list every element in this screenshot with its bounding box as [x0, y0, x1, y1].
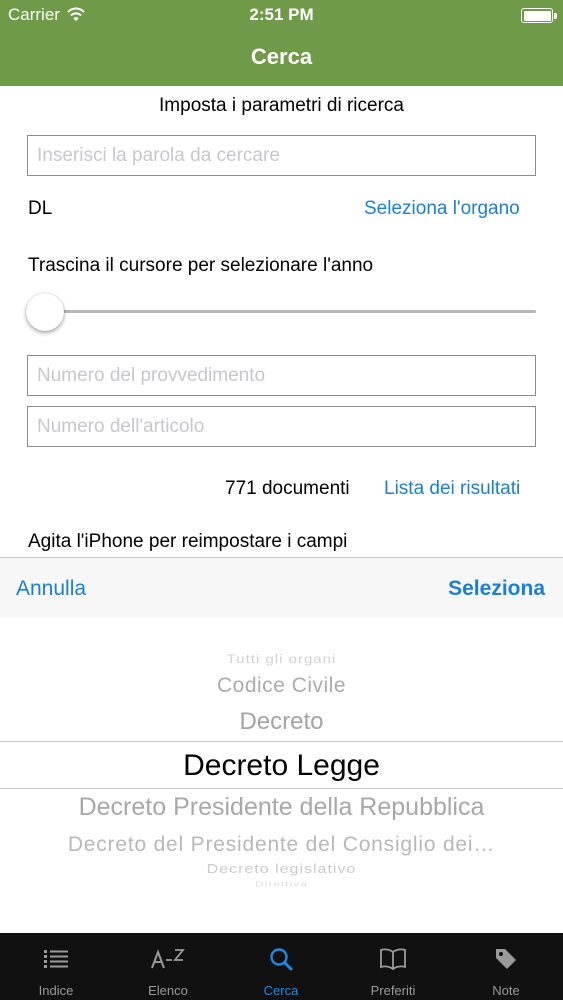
tab-cerca[interactable]: Cerca [225, 933, 337, 1000]
picker-selection-top-line [0, 741, 563, 742]
form-subtitle: Imposta i parametri di ricerca [159, 95, 404, 116]
status-bar: Carrier 2:51 PM [0, 0, 563, 32]
organ-picker[interactable]: Tutti gli organi Codice Civile Decreto D… [0, 618, 563, 933]
book-icon [337, 945, 449, 973]
picker-selection-bottom-line [0, 788, 563, 789]
az-sort-icon [112, 945, 224, 973]
year-slider-thumb[interactable] [26, 293, 64, 331]
list-icon [0, 945, 112, 973]
select-organ-link[interactable]: Seleziona l'organo [364, 198, 520, 220]
tab-indice[interactable]: Indice [0, 933, 112, 1000]
battery-icon [521, 8, 557, 23]
tab-note[interactable]: Note [450, 933, 562, 1000]
selected-organ-value: DL [28, 198, 53, 219]
tab-preferiti[interactable]: Preferiti [337, 933, 449, 1000]
picker-option[interactable]: Decreto del Presidente del Consiglio dei… [0, 833, 563, 857]
select-button[interactable]: Seleziona [448, 577, 545, 601]
tab-bar: Indice Elenco Cerca Preferiti Note [0, 933, 563, 1000]
search-word-input[interactable] [27, 135, 536, 176]
picker-option[interactable]: Decreto Presidente della Repubblica [0, 793, 563, 822]
results-list-link[interactable]: Lista dei risultati [384, 478, 520, 500]
page-title: Cerca [250, 44, 313, 69]
picker-option[interactable]: Direttiva [0, 880, 563, 888]
navigation-bar: Cerca [0, 32, 563, 86]
picker-option-selected[interactable]: Decreto Legge [0, 749, 563, 783]
status-time: 2:51 PM [249, 5, 314, 24]
picker-option[interactable]: Tutti gli organi [0, 653, 563, 667]
picker-option[interactable]: Codice Civile [0, 674, 563, 698]
provision-number-input[interactable] [27, 355, 536, 396]
picker-option[interactable]: Decreto legislativo [0, 863, 563, 877]
documents-count: 771 documenti [225, 478, 350, 499]
picker-option[interactable]: Decreto [0, 708, 563, 736]
year-slider-label: Trascina il cursore per selezionare l'an… [28, 255, 374, 276]
tab-label: Cerca [263, 983, 299, 998]
year-slider-track[interactable] [27, 310, 536, 313]
tab-label: Note [492, 983, 520, 998]
search-icon [225, 945, 337, 973]
article-number-input[interactable] [27, 406, 536, 447]
picker-toolbar: Annulla Seleziona [0, 557, 563, 618]
tab-label: Preferiti [370, 983, 416, 998]
shake-reset-hint: Agita l'iPhone per reimpostare i campi [28, 531, 348, 552]
tag-icon [450, 945, 562, 973]
cancel-button[interactable]: Annulla [16, 577, 86, 601]
tab-elenco[interactable]: Elenco [112, 933, 224, 1000]
tab-label: Indice [38, 983, 74, 998]
tab-label: Elenco [148, 983, 188, 998]
